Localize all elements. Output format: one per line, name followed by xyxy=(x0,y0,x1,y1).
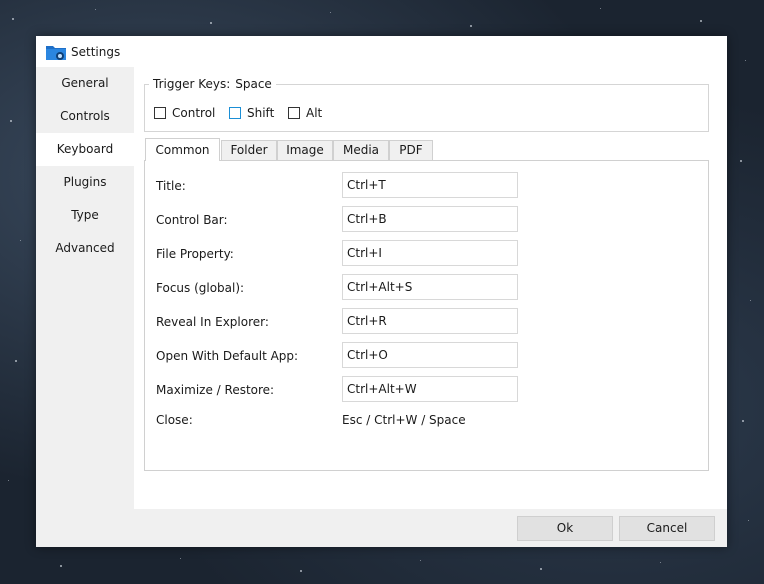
title-bar: Settings xyxy=(36,36,727,67)
open-with-default-app-shortcut-field[interactable]: Ctrl+O xyxy=(342,342,518,368)
maximize-restore-shortcut-label: Maximize / Restore: xyxy=(156,383,275,397)
tab-common[interactable]: Common xyxy=(145,138,220,161)
close-shortcut-label: Close: xyxy=(156,413,193,427)
tab-folder[interactable]: Folder xyxy=(221,140,277,160)
sidebar-item-controls[interactable]: Controls xyxy=(36,100,134,133)
title-shortcut-label: Title: xyxy=(156,179,186,193)
reveal-in-explorer-shortcut-label: Reveal In Explorer: xyxy=(156,315,269,329)
sidebar-item-plugins[interactable]: Plugins xyxy=(36,166,134,199)
maximize-restore-shortcut-field[interactable]: Ctrl+Alt+W xyxy=(342,376,518,402)
tab-image[interactable]: Image xyxy=(277,140,333,160)
app-folder-icon xyxy=(45,43,67,61)
settings-window: Settings General Controls Keyboard Plugi… xyxy=(36,36,727,547)
sidebar-item-advanced[interactable]: Advanced xyxy=(36,232,134,265)
control-bar-shortcut-field[interactable]: Ctrl+B xyxy=(342,206,518,232)
control-checkbox-label: Control xyxy=(172,106,216,120)
shift-checkbox-label: Shift xyxy=(247,106,275,120)
trigger-keys-label: Trigger Keys: xyxy=(153,77,231,91)
control-bar-shortcut-label: Control Bar: xyxy=(156,213,228,227)
focus-global-shortcut-field[interactable]: Ctrl+Alt+S xyxy=(342,274,518,300)
control-checkbox[interactable]: Control xyxy=(154,106,215,120)
ok-button[interactable]: Ok xyxy=(517,516,613,541)
common-shortcuts-panel: Title: Ctrl+T Control Bar: Ctrl+B File P… xyxy=(144,160,709,471)
tab-media[interactable]: Media xyxy=(333,140,389,160)
shift-checkbox-box[interactable] xyxy=(229,107,241,119)
alt-checkbox[interactable]: Alt xyxy=(288,106,322,120)
sidebar-item-general[interactable]: General xyxy=(36,67,134,100)
alt-checkbox-box[interactable] xyxy=(288,107,300,119)
focus-global-shortcut-label: Focus (global): xyxy=(156,281,245,295)
alt-checkbox-label: Alt xyxy=(306,106,323,120)
trigger-keys-legend: Trigger Keys: Space xyxy=(149,77,276,91)
settings-sidebar: General Controls Keyboard Plugins Type A… xyxy=(36,67,134,509)
tab-pdf[interactable]: PDF xyxy=(389,140,433,160)
trigger-keys-value: Space xyxy=(235,77,272,91)
file-property-shortcut-label: File Property: xyxy=(156,247,234,261)
shift-checkbox[interactable]: Shift xyxy=(229,106,274,120)
file-property-shortcut-field[interactable]: Ctrl+I xyxy=(342,240,518,266)
title-shortcut-field[interactable]: Ctrl+T xyxy=(342,172,518,198)
window-title: Settings xyxy=(71,45,121,59)
close-shortcut-value: Esc / Ctrl+W / Space xyxy=(342,413,466,427)
cancel-button[interactable]: Cancel xyxy=(619,516,715,541)
control-checkbox-box[interactable] xyxy=(154,107,166,119)
dialog-footer: Ok Cancel xyxy=(36,509,727,547)
open-with-default-app-shortcut-label: Open With Default App: xyxy=(156,349,299,363)
sidebar-item-keyboard[interactable]: Keyboard xyxy=(36,133,134,166)
reveal-in-explorer-shortcut-field[interactable]: Ctrl+R xyxy=(342,308,518,334)
sidebar-item-type[interactable]: Type xyxy=(36,199,134,232)
